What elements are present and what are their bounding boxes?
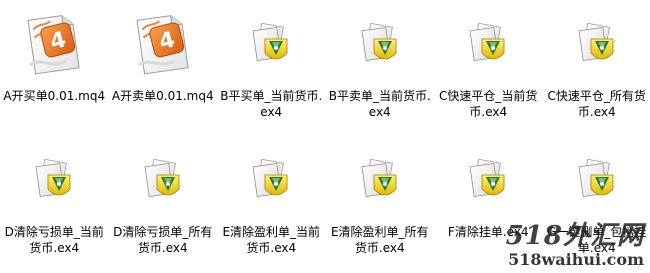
ex4-expert-icon: [233, 138, 309, 220]
file-name-label: B平买单_当前货币.ex4: [220, 89, 323, 119]
ex4-expert-icon: [16, 138, 92, 220]
file-name-label: E清除盈利单_所有货币.ex4: [330, 225, 429, 255]
file-name-label: C快速平仓_当前货币.ex4: [439, 89, 538, 119]
file-item[interactable]: E清除盈利单_所有货币.ex4: [326, 136, 435, 272]
file-name-label: E清除盈利单_当前货币.ex4: [222, 225, 321, 255]
file-item[interactable]: E清除盈利单_当前货币.ex4: [217, 136, 326, 272]
file-name-label: B平卖单_当前货币.ex4: [328, 89, 431, 119]
mq4-source-icon: 4: [16, 2, 92, 84]
file-name-label: F清除挂单.ex4: [447, 225, 529, 239]
file-name-label: G一键删单_包括挂单.ex4: [547, 225, 647, 255]
file-item[interactable]: B平卖单_当前货币.ex4: [326, 0, 435, 136]
file-item[interactable]: D清除亏损单_所有货币.ex4: [109, 136, 218, 272]
file-name-label: D清除亏损单_当前货币.ex4: [4, 225, 104, 255]
ex4-expert-icon: [342, 138, 418, 220]
file-grid: 4 A开买单0.01.mq4 4 A开卖单0.01.mq4 B平买单_当前货币.…: [0, 0, 650, 272]
ex4-expert-icon: [233, 2, 309, 84]
file-item[interactable]: F清除挂单.ex4: [434, 136, 543, 272]
file-item[interactable]: 4 A开卖单0.01.mq4: [109, 0, 218, 136]
ex4-expert-icon: [559, 2, 635, 84]
file-name-label: A开卖单0.01.mq4: [111, 89, 214, 103]
file-item[interactable]: C快速平仓_所有货币.ex4: [543, 0, 650, 136]
ex4-expert-icon: [125, 138, 201, 220]
ex4-expert-icon: [559, 138, 635, 220]
file-explorer-view: 4 A开买单0.01.mq4 4 A开卖单0.01.mq4 B平买单_当前货币.…: [0, 0, 650, 273]
file-item[interactable]: B平买单_当前货币.ex4: [217, 0, 326, 136]
file-item[interactable]: C快速平仓_当前货币.ex4: [434, 0, 543, 136]
file-item[interactable]: 4 A开买单0.01.mq4: [0, 0, 109, 136]
file-item[interactable]: D清除亏损单_当前货币.ex4: [0, 136, 109, 272]
ex4-expert-icon: [450, 138, 526, 220]
file-name-label: D清除亏损单_所有货币.ex4: [113, 225, 213, 255]
ex4-expert-icon: [450, 2, 526, 84]
mq4-source-icon: 4: [125, 2, 201, 84]
file-name-label: A开买单0.01.mq4: [3, 89, 106, 103]
file-name-label: C快速平仓_所有货币.ex4: [547, 89, 646, 119]
ex4-expert-icon: [342, 2, 418, 84]
file-item[interactable]: G一键删单_包括挂单.ex4: [543, 136, 650, 272]
